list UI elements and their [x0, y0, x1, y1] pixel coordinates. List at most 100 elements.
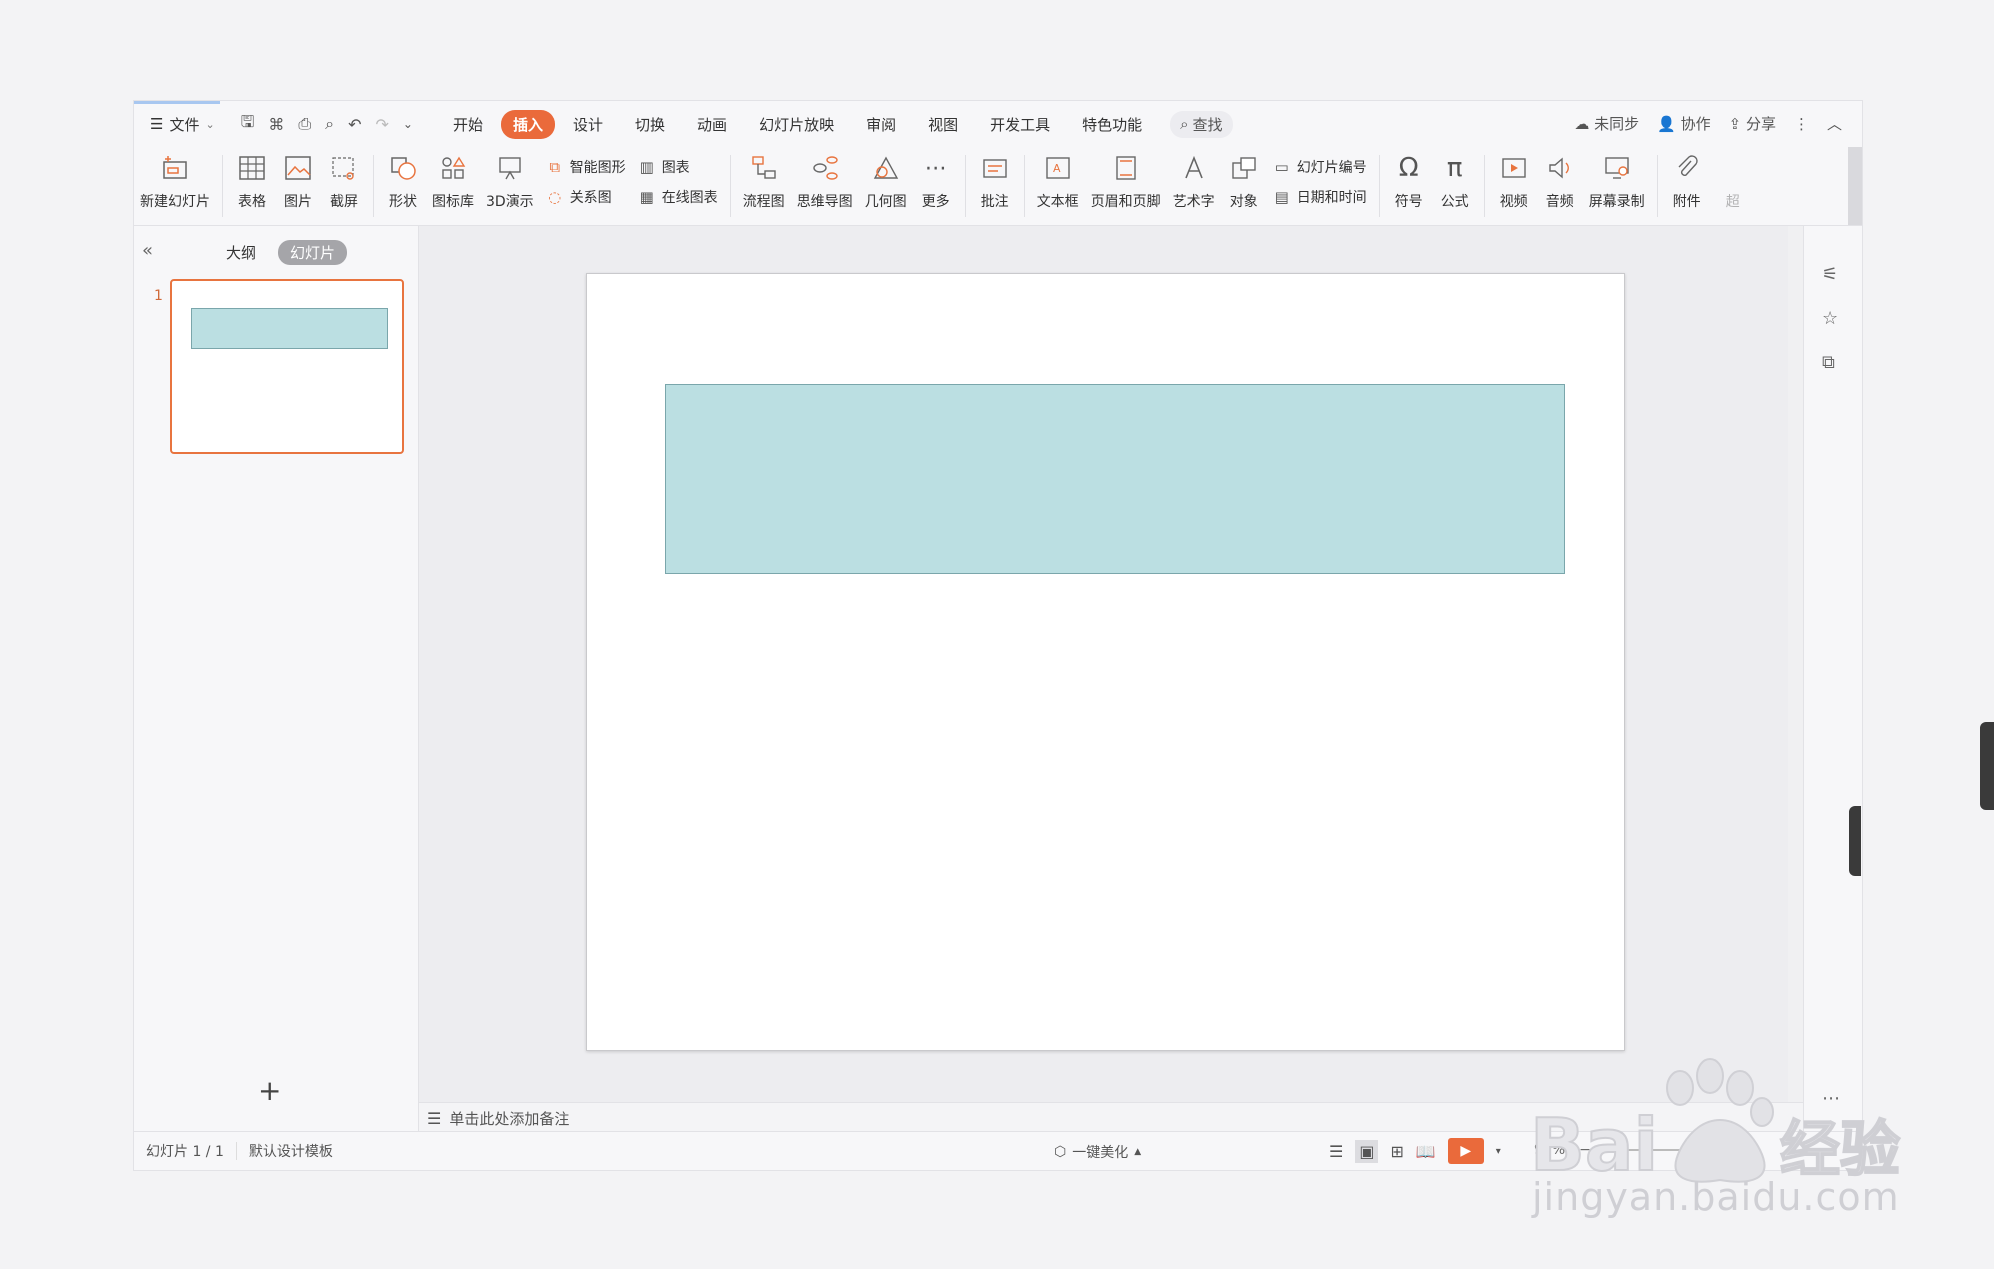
slide[interactable] [586, 273, 1625, 1051]
sorter-view-icon[interactable]: ⊞ [1390, 1142, 1403, 1161]
more-vertical-icon[interactable]: ⋮ [1794, 115, 1809, 133]
settings-sliders-icon[interactable]: ⚟ [1822, 264, 1838, 285]
collapse-ribbon-icon[interactable]: ︿ [1827, 113, 1842, 134]
shape-icon [386, 151, 420, 185]
symbol-label: 符号 [1394, 194, 1423, 210]
tab-insert[interactable]: 插入 [501, 109, 556, 139]
vertical-scrollbar[interactable] [1788, 226, 1804, 1102]
collab-button[interactable]: 👤 协作 [1657, 113, 1710, 134]
copy-icon[interactable]: ⧉ [1822, 352, 1835, 373]
online-chart-label: 在线图表 [661, 190, 718, 206]
tab-animation[interactable]: 动画 [683, 110, 741, 139]
share-button[interactable]: ⇪ 分享 [1729, 113, 1776, 134]
online-chart-button[interactable]: ▦ 在线图表 [638, 187, 718, 207]
shape-button[interactable]: 形状 [380, 151, 426, 211]
demo3d-button[interactable]: 3D演示 [480, 151, 540, 211]
audio-button[interactable]: 音频 [1537, 151, 1583, 211]
rectangle-shape[interactable] [665, 384, 1565, 574]
chart-button[interactable]: ▥ 图表 [638, 157, 718, 177]
more-button[interactable]: ⋯ 更多 [913, 151, 959, 211]
screen-record-icon [1600, 151, 1634, 185]
undo-icon[interactable]: ↶ [348, 115, 361, 134]
relation-label: 关系图 [569, 190, 612, 206]
title-right-actions: ☁ 未同步 👤 协作 ⇪ 分享 ⋮ ︿ [1574, 113, 1842, 134]
picture-label: 图片 [284, 194, 312, 210]
pin-icon[interactable]: ☆ [1822, 308, 1838, 329]
header-footer-label: 页眉和页脚 [1090, 194, 1161, 210]
beautify-button[interactable]: ⬡ 一键美化 ▲ [1054, 1142, 1141, 1162]
slide-thumbnail[interactable] [170, 279, 404, 454]
overflow-icon [1716, 151, 1750, 185]
date-time-button[interactable]: ▤ 日期和时间 [1273, 187, 1367, 207]
geometry-button[interactable]: 几何图 [859, 151, 913, 211]
tab-slideshow[interactable]: 幻灯片放映 [745, 110, 848, 139]
side-handle-secondary[interactable] [1849, 806, 1861, 876]
normal-view-icon[interactable]: ▣ [1355, 1139, 1379, 1163]
object-button[interactable]: 对象 [1221, 151, 1267, 211]
tab-home[interactable]: 开始 [439, 110, 497, 139]
template-name[interactable]: 默认设计模板 [237, 1141, 345, 1161]
wordart-button[interactable]: 艺术字 [1167, 151, 1221, 211]
tab-review[interactable]: 审阅 [852, 110, 910, 139]
tab-outline[interactable]: 大纲 [214, 240, 268, 265]
tab-slides[interactable]: 幻灯片 [278, 240, 348, 265]
comment-button[interactable]: 批注 [972, 151, 1018, 211]
search-box[interactable]: ⌕ 查找 [1170, 110, 1233, 138]
flowchart-button[interactable]: 流程图 [737, 151, 791, 211]
mindmap-button[interactable]: 思维导图 [791, 151, 859, 211]
screenshot-button[interactable]: 截屏 [321, 151, 367, 211]
ribbon-separator [373, 155, 374, 217]
ribbon-separator [1483, 155, 1485, 217]
overflow-button[interactable]: 超 [1710, 151, 1756, 211]
file-menu[interactable]: ☰ 文件 ⌄ [150, 114, 215, 135]
screen-record-button[interactable]: 屏幕录制 [1583, 151, 1651, 211]
slide-number-icon: ▭ [1274, 158, 1289, 176]
formula-button[interactable]: π 公式 [1432, 151, 1478, 211]
sync-button[interactable]: ☁ 未同步 [1574, 113, 1639, 134]
customize-icon[interactable]: ⌄ [403, 117, 413, 131]
video-button[interactable]: 视频 [1491, 151, 1537, 211]
textbox-button[interactable]: A 文本框 [1031, 151, 1085, 211]
play-button[interactable]: ▶ [1447, 1138, 1484, 1164]
picture-button[interactable]: 图片 [275, 151, 321, 211]
print-icon[interactable]: ⎙ [298, 114, 311, 134]
attachment-button[interactable]: 附件 [1664, 151, 1710, 211]
add-slide-button[interactable]: + [258, 1074, 281, 1107]
tab-design[interactable]: 设计 [559, 110, 617, 139]
side-handle[interactable] [1980, 722, 1994, 810]
app-window: ☰ 文件 ⌄ 🖫 ⌘ ⎙ ⌕ ↶ ↷ ⌄ 开始 插入 设计 切换 动画 幻灯片放… [133, 100, 1863, 1171]
reading-view-icon[interactable]: 📖 [1416, 1142, 1436, 1161]
symbol-button[interactable]: Ω 符号 [1386, 151, 1432, 211]
save-icon[interactable]: 🖫 [241, 111, 255, 138]
flowchart-icon [747, 151, 781, 185]
comment-label: 批注 [980, 194, 1009, 210]
format-painter-icon[interactable]: ⌘ [268, 115, 284, 134]
slide-number-button[interactable]: ▭ 幻灯片编号 [1273, 157, 1367, 177]
play-dropdown-icon[interactable]: ▾ [1496, 1146, 1501, 1157]
ribbon-scrollbar[interactable] [1848, 147, 1862, 225]
new-slide-button[interactable]: 新建幻灯片 [134, 151, 216, 211]
ribbon-separator [1023, 155, 1025, 217]
icon-library-button[interactable]: 图标库 [426, 151, 480, 211]
comment-icon [978, 151, 1012, 185]
sync-label: 未同步 [1594, 115, 1640, 133]
picture-icon [281, 151, 315, 185]
print-preview-icon[interactable]: ⌕ [325, 114, 334, 134]
table-button[interactable]: 表格 [229, 151, 275, 211]
redo-icon[interactable]: ↷ [376, 115, 389, 134]
tab-features[interactable]: 特色功能 [1068, 110, 1156, 139]
header-footer-button[interactable]: 页眉和页脚 [1085, 151, 1167, 211]
relation-icon: ◌ [548, 188, 562, 206]
collapse-panel-icon[interactable]: « [142, 240, 153, 261]
ribbon-tabs: 开始 插入 设计 切换 动画 幻灯片放映 审阅 视图 开发工具 特色功能 ⌕ 查… [439, 109, 1233, 139]
tab-developer[interactable]: 开发工具 [976, 110, 1064, 139]
tab-transition[interactable]: 切换 [621, 110, 679, 139]
smart-art-button[interactable]: ⧉ 智能图形 [546, 157, 625, 177]
notes-toggle-icon[interactable]: ☰ [1329, 1142, 1343, 1161]
relation-button[interactable]: ◌ 关系图 [546, 187, 626, 207]
speaker-icon [1543, 151, 1577, 185]
tab-view[interactable]: 视图 [914, 110, 972, 139]
flowchart-label: 流程图 [742, 194, 785, 210]
slide-number-group: ▭ 幻灯片编号 ▤ 日期和时间 [1267, 151, 1373, 207]
slide-thumb-number: 1 [154, 288, 163, 304]
